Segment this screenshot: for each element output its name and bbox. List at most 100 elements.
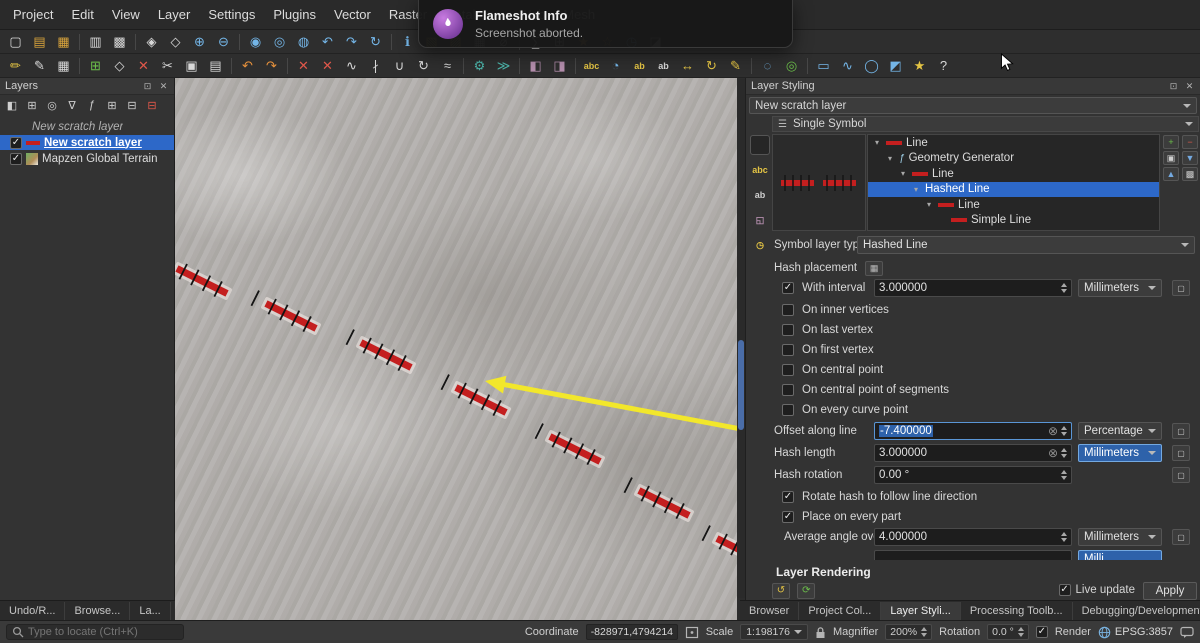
data-defined-override-button[interactable]: ▢	[1172, 423, 1190, 439]
render-checkbox[interactable]	[1035, 626, 1048, 638]
dock-tab[interactable]: Browse...	[65, 601, 131, 620]
offset-value-field[interactable]: -7.400000 ⊗	[874, 422, 1072, 440]
placement-option-checkbox[interactable]	[782, 304, 794, 316]
toggle-editing-icon[interactable]: ✎	[28, 56, 51, 76]
dock-tab[interactable]: Debugging/Development To...	[1073, 602, 1200, 620]
placement-option-checkbox[interactable]	[782, 344, 794, 356]
interval-unit-combo[interactable]: Millimeters	[1078, 279, 1162, 297]
hash-placement-options-button[interactable]: ▦	[865, 260, 884, 276]
symbol-tree-item[interactable]: ▾ ƒ Geometry Generator	[868, 151, 1159, 167]
extent-icon[interactable]	[685, 626, 699, 639]
add-group-icon[interactable]: ⊞	[23, 97, 41, 113]
move-label-icon[interactable]: ↔	[676, 56, 699, 76]
dock-tab[interactable]: La...	[130, 601, 171, 620]
python-console-icon[interactable]: ≫	[492, 56, 515, 76]
expander-icon[interactable]: ▾	[885, 154, 895, 163]
filter-by-expression-icon[interactable]: ƒ	[83, 97, 101, 113]
cut-features-icon[interactable]: ✂	[156, 56, 179, 76]
refresh-map-icon[interactable]: ↻	[364, 32, 387, 52]
save-project-icon[interactable]: ▦	[52, 32, 75, 52]
expander-icon[interactable]: ▾	[872, 138, 882, 147]
move-layer-up-button[interactable]: ▲	[1163, 167, 1179, 181]
layer-item[interactable]: New scratch layer	[0, 119, 174, 134]
float-panel-icon[interactable]: ⊡	[1168, 81, 1179, 92]
vertex-tool-icon[interactable]: ◇	[108, 56, 131, 76]
clear-field-icon[interactable]: ⊗	[1048, 447, 1058, 459]
placement-option-checkbox[interactable]	[782, 404, 794, 416]
osm-search-icon[interactable]: ◎	[780, 56, 803, 76]
locate-search[interactable]	[6, 624, 184, 640]
expand-all-icon[interactable]: ⊞	[103, 97, 121, 113]
new-project-icon[interactable]: ▢	[4, 32, 27, 52]
lock-layer-color-button[interactable]: ▩	[1182, 167, 1198, 181]
layer-rendering-header[interactable]: Layer Rendering	[772, 564, 1199, 580]
with-interval-checkbox[interactable]	[782, 282, 794, 294]
spinner-arrows[interactable]	[1061, 283, 1067, 293]
menu-project[interactable]: Project	[4, 2, 62, 27]
symbol-tree-item[interactable]: Simple Line	[868, 213, 1159, 229]
styled-layer-combo[interactable]: New scratch layer	[749, 97, 1197, 114]
move-layer-down-button[interactable]: ▼	[1182, 151, 1198, 165]
spinner-arrows[interactable]	[1061, 448, 1067, 458]
zoom-in-icon[interactable]: ⊕	[188, 32, 211, 52]
styling-panel-scrollbar[interactable]	[737, 79, 745, 598]
metasearch-icon[interactable]: ◌	[756, 56, 779, 76]
expander-icon[interactable]: ▾	[924, 200, 934, 209]
identify-features-icon[interactable]: ℹ	[396, 32, 419, 52]
menu-layer[interactable]: Layer	[149, 2, 200, 27]
symbology-tab[interactable]	[750, 135, 770, 155]
symbol-mode-combo[interactable]: ☰ Single Symbol	[772, 116, 1199, 132]
layer-item[interactable]: Mapzen Global Terrain	[0, 151, 174, 166]
delete-ring-icon[interactable]: ✕	[316, 56, 339, 76]
collapse-all-icon[interactable]: ⊟	[123, 97, 141, 113]
change-label-icon[interactable]: ✎	[724, 56, 747, 76]
reshape-features-icon[interactable]: ∿	[340, 56, 363, 76]
magnifier-spinbox[interactable]: 200%	[885, 624, 933, 640]
save-edits-icon[interactable]: ▦	[52, 56, 75, 76]
zoom-next-icon[interactable]: ↷	[340, 32, 363, 52]
crs-button[interactable]: EPSG:3857	[1098, 626, 1173, 639]
flameshot-notification[interactable]: Flameshot Info Screenshot aborted.	[418, 0, 793, 48]
pan-map-icon[interactable]: ◈	[140, 32, 163, 52]
symbol-tree-item[interactable]: ▾ Hashed Line	[868, 181, 1159, 197]
paste-features-icon[interactable]: ▤	[204, 56, 227, 76]
current-edits-icon[interactable]: ✏	[4, 56, 27, 76]
pan-to-selection-icon[interactable]: ◇	[164, 32, 187, 52]
3d-view-tab[interactable]: ◱	[751, 211, 769, 229]
processing-toolbox-icon[interactable]: ⚙	[468, 56, 491, 76]
scrollbar-handle[interactable]	[738, 340, 744, 430]
copy-style-icon[interactable]: ◧	[524, 56, 547, 76]
zoom-to-selection-icon[interactable]: ◎	[268, 32, 291, 52]
delete-selected-icon[interactable]: ✕	[132, 56, 155, 76]
messages-icon[interactable]	[1180, 626, 1194, 639]
symbol-tree-item[interactable]: ▾ Line	[868, 135, 1159, 151]
duplicate-symbol-layer-button[interactable]: ▣	[1163, 151, 1179, 165]
rotation-spinbox[interactable]: 0.0 °	[987, 624, 1029, 640]
locate-input[interactable]	[28, 626, 178, 638]
data-defined-override-button[interactable]: ▢	[1172, 467, 1190, 483]
scale-combo[interactable]: 1:198176	[740, 624, 809, 640]
expander-icon[interactable]: ▾	[911, 185, 921, 194]
expander-icon[interactable]: ▾	[898, 169, 908, 178]
dock-tab[interactable]: Browser	[740, 601, 800, 620]
split-features-icon[interactable]: ∤	[364, 56, 387, 76]
layer-diagram-icon[interactable]: ◔	[604, 56, 627, 76]
placement-option-checkbox[interactable]	[782, 324, 794, 336]
manage-map-themes-icon[interactable]: ◎	[43, 97, 61, 113]
layer-visibility-checkbox[interactable]	[10, 136, 22, 149]
spinner-arrows[interactable]	[1061, 532, 1067, 542]
symbol-layer-type-combo[interactable]: Hashed Line	[857, 236, 1195, 254]
zoom-last-icon[interactable]: ↶	[316, 32, 339, 52]
live-update-toggle[interactable]: Live update	[1058, 584, 1135, 596]
filter-legend-icon[interactable]: ∇	[63, 97, 81, 113]
zoom-to-layer-icon[interactable]: ◍	[292, 32, 315, 52]
undo-icon[interactable]: ↶	[236, 56, 259, 76]
layout-manager-icon[interactable]: ▩	[108, 32, 131, 52]
interval-value-field[interactable]: 3.000000	[874, 279, 1072, 297]
place-every-part-checkbox[interactable]	[782, 511, 794, 523]
add-symbol-layer-button[interactable]: +	[1163, 135, 1179, 149]
offset-unit-combo[interactable]: Percentage	[1078, 422, 1162, 440]
spinner-arrows[interactable]	[921, 627, 928, 637]
menu-plugins[interactable]: Plugins	[264, 2, 325, 27]
clipped-unit-combo[interactable]: Milli...	[1078, 550, 1162, 560]
